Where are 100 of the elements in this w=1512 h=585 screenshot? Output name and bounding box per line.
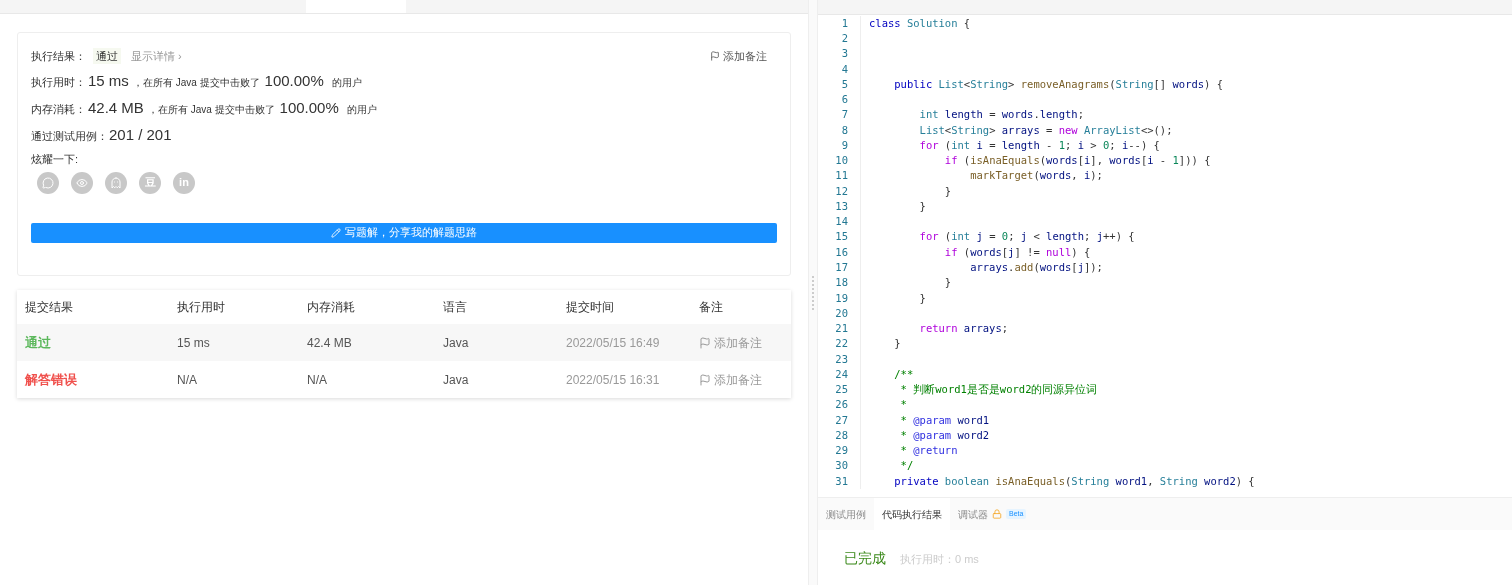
line-number: 22: [834, 336, 849, 352]
stat-suffix: 的用户: [346, 103, 377, 117]
stat-percent: 100.00%: [279, 98, 339, 118]
flag-icon: [699, 373, 711, 386]
stat-value: 42.4 MB: [88, 98, 144, 118]
line-number: 21: [834, 321, 849, 337]
flag-icon: [710, 51, 720, 61]
line-number: 17: [834, 260, 849, 275]
stat-label: 内存消耗：: [31, 102, 87, 117]
code-line: if (words[j] != null) {: [943, 244, 1091, 260]
line-number: 7: [840, 107, 849, 123]
table-cell-text: N/A: [307, 371, 328, 389]
column-header: 语言: [443, 299, 468, 316]
pencil-icon: [331, 227, 341, 238]
line-number: 9: [840, 137, 849, 153]
code-line: }: [918, 290, 926, 306]
status-cell-text: 解答错误: [24, 370, 78, 389]
stat-percent: 100.00%: [264, 71, 324, 91]
line-number: 14: [834, 214, 849, 230]
line-number: 31: [834, 473, 849, 489]
details-link[interactable]: 显示详情 ›: [131, 47, 182, 65]
eye-icon[interactable]: [71, 171, 93, 194]
code-line: private boolean isAnaEquals(String word1, String word2) {: [893, 473, 1255, 489]
line-number: 25: [834, 382, 849, 398]
line-number: 8: [840, 122, 849, 138]
result-label: 执行结果：: [31, 48, 87, 64]
status-badge: 通过: [93, 47, 121, 65]
tests-value: 201 / 201: [109, 125, 172, 145]
line-number: 19: [834, 290, 849, 306]
code-line: markTarget(words, i);: [969, 168, 1103, 184]
line-number: 26: [834, 397, 849, 413]
code-line: int length = words.length;: [918, 107, 1084, 123]
table-cell-text: Java: [443, 371, 470, 389]
stat-suffix: 的用户: [331, 76, 362, 90]
tests-label: 通过测试用例：: [31, 129, 109, 144]
line-number: 13: [834, 198, 849, 214]
line-number: 30: [834, 458, 849, 474]
line-number: 27: [834, 412, 849, 428]
run-status: 已完成: [844, 549, 886, 568]
line-number: 20: [834, 305, 849, 321]
line-number: 4: [840, 61, 849, 77]
line-number: 29: [834, 443, 849, 459]
line-number: 11: [834, 168, 849, 184]
column-header: 执行用时: [177, 299, 226, 316]
line-number: 18: [834, 275, 849, 291]
write-solution-button[interactable]: 写题解，分享我的解题思路: [31, 222, 777, 243]
code-line: }: [918, 198, 926, 214]
line-number: 23: [834, 351, 849, 367]
stat-label: 执行用时：: [31, 75, 87, 90]
line-number: 5: [840, 76, 849, 92]
stat-text: ，在所有 Java 提交中击败了: [147, 103, 275, 117]
code-line: * @param word2: [899, 427, 990, 443]
code-line: /**: [893, 366, 914, 382]
code-line: */: [899, 458, 914, 474]
code-line: *: [899, 397, 907, 413]
line-number: 10: [834, 153, 849, 169]
code-line: public List<String> removeAnagrams(String[] words) {: [893, 76, 1224, 92]
line-number: 1: [840, 15, 849, 31]
code-line: List<String> arrays = new ArrayList<>();: [918, 122, 1173, 138]
code-line: }: [943, 275, 952, 291]
stat-value: 15 ms: [88, 71, 129, 91]
share-label: 炫耀一下:: [31, 152, 80, 167]
line-number: 12: [834, 183, 849, 199]
table-cell-text: N/A: [177, 371, 198, 389]
column-header: 提交结果: [24, 299, 74, 316]
add-note-button[interactable]: 添加备注: [699, 370, 762, 389]
console-tab[interactable]: 代码执行结果: [874, 498, 950, 530]
code-line: }: [893, 336, 901, 352]
line-number: 6: [840, 92, 849, 108]
code-line: * 判断word1是否是word2的同源异位词: [899, 382, 1098, 398]
line-number: 15: [834, 229, 849, 245]
code-line: }: [943, 183, 952, 199]
chat-icon[interactable]: [37, 171, 59, 194]
table-cell-text: 15 ms: [177, 334, 211, 352]
console-tab[interactable]: 测试用例: [818, 498, 874, 530]
column-header: 提交时间: [566, 299, 615, 316]
column-header: 内存消耗: [307, 299, 356, 316]
code-line: * @param word1: [899, 412, 990, 428]
table-cell-text: Java: [443, 334, 470, 352]
ghost-icon[interactable]: [105, 171, 127, 194]
code-line: for (int j = 0; j < length; j++) {: [918, 229, 1135, 245]
stat-text: ，在所有 Java 提交中击败了: [132, 76, 260, 90]
code-line: return arrays;: [918, 321, 1009, 337]
code-line: if (isAnaEquals(words[i], words[i - 1])) {: [943, 153, 1211, 169]
code-line: arrays.add(words[j]);: [969, 260, 1103, 275]
code-line: * @return: [899, 443, 958, 459]
line-number: 3: [840, 46, 849, 62]
line-number: 28: [834, 427, 849, 443]
status-cell-text: 通过: [24, 333, 52, 352]
code-line: for (int i = length - 1; i > 0; i--) {: [918, 137, 1160, 153]
table-cell-text: 42.4 MB: [307, 334, 353, 352]
add-note-button[interactable]: 添加备注: [710, 47, 767, 65]
table-cell-text: 2022/05/15 16:49: [566, 334, 661, 352]
code-line: class Solution {: [868, 15, 971, 31]
add-note-button[interactable]: 添加备注: [699, 333, 762, 352]
table-cell-text: 2022/05/15 16:31: [566, 371, 661, 389]
line-number: 24: [834, 366, 849, 382]
line-number: 2: [840, 31, 849, 47]
splitter-handle[interactable]: [812, 275, 814, 310]
line-number: 16: [834, 244, 849, 260]
